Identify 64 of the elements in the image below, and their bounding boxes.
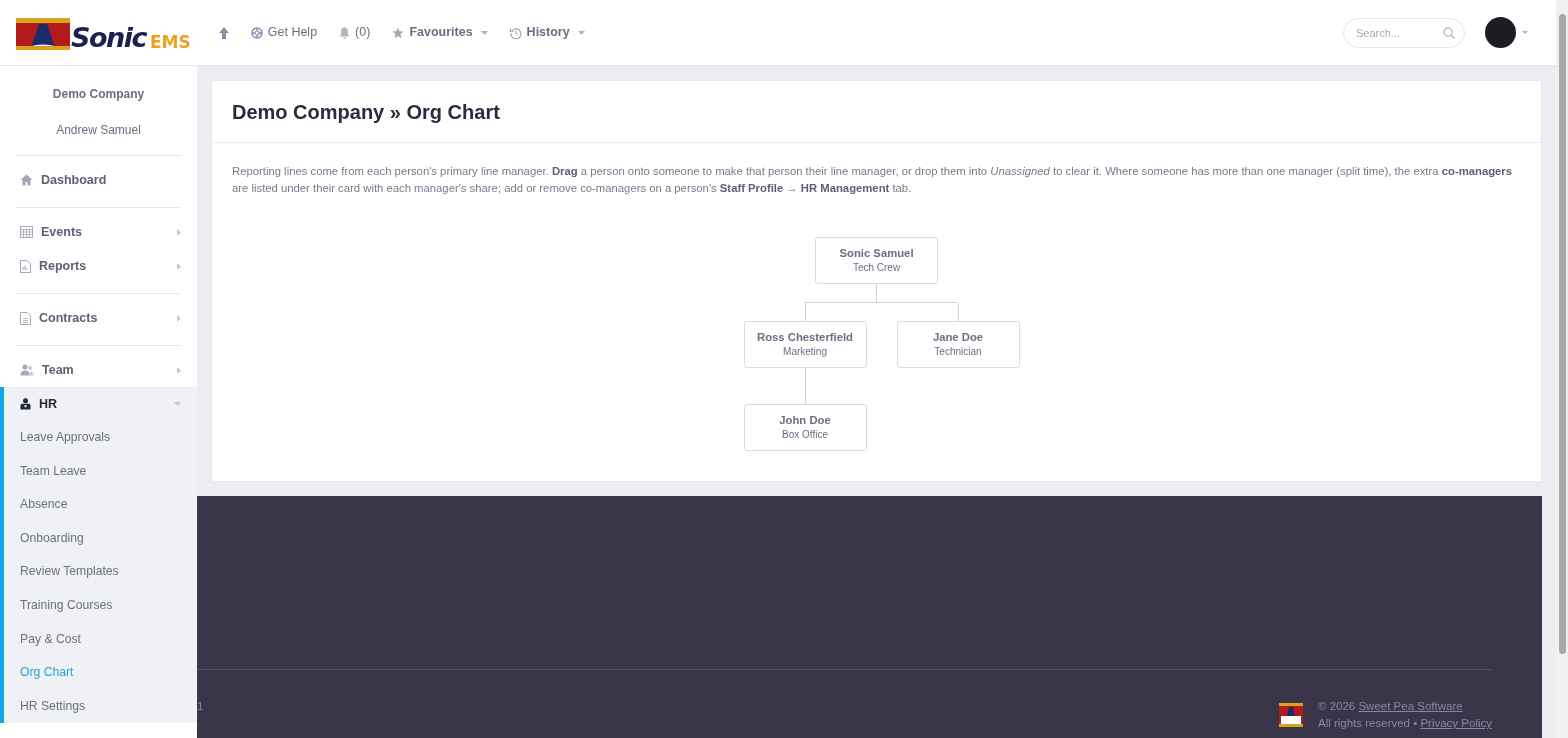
sidebar-item[interactable]: HR <box>4 387 197 421</box>
submenu-item[interactable]: Training Courses <box>4 588 197 623</box>
sidebar-item[interactable]: Events <box>0 215 197 249</box>
submenu-item[interactable]: Onboarding <box>4 521 197 556</box>
report-document-icon <box>20 259 31 273</box>
version-text: 1 <box>197 699 204 714</box>
person-card[interactable]: Ross Chesterfield Marketing <box>743 321 867 368</box>
submenu-item[interactable]: Absence <box>4 488 197 522</box>
help-link[interactable]: Get Help <box>250 23 318 42</box>
house-icon <box>20 174 33 186</box>
company-name[interactable]: Demo Company <box>16 85 181 103</box>
avatar <box>1485 17 1516 48</box>
privacy-link[interactable]: Privacy Policy <box>1420 717 1492 729</box>
person-name: Ross Chesterfield <box>756 330 854 345</box>
search-icon <box>1443 26 1455 39</box>
submenu-item[interactable]: Review Templates <box>4 555 197 589</box>
history-menu[interactable]: History <box>509 23 585 42</box>
calendar-icon <box>20 226 33 238</box>
star-icon <box>392 26 405 39</box>
caret-icon <box>1522 31 1528 34</box>
sidebar-item[interactable]: Contracts <box>0 301 197 335</box>
search-field[interactable]: Search... <box>1343 17 1465 48</box>
scrollbar[interactable] <box>1556 0 1568 738</box>
person-card[interactable]: Sonic Samuel Tech Crew <box>815 237 938 284</box>
person-card[interactable]: Jane Doe Technician <box>896 321 1020 368</box>
person-name: Sonic Samuel <box>839 246 914 261</box>
person-role: Marketing <box>783 345 827 359</box>
person-role: Tech Crew <box>852 261 901 275</box>
caret-icon <box>177 228 181 236</box>
page-title: Demo Company » Org Chart <box>212 81 1541 143</box>
user-menu[interactable] <box>1485 17 1528 48</box>
sidebar-item[interactable]: Dashboard <box>0 163 197 197</box>
notifications-button[interactable]: (0) <box>339 23 371 42</box>
caret-icon <box>174 402 181 406</box>
company-link[interactable]: Sweet Pea Software <box>1358 700 1463 712</box>
submenu-item[interactable]: Team Leave <box>4 454 197 489</box>
theatre-curtain-logo-icon <box>1277 702 1304 728</box>
caret-icon <box>177 314 181 322</box>
user-name[interactable]: Andrew Samuel <box>16 121 181 139</box>
people-icon <box>20 364 34 376</box>
submenu-item[interactable]: Pay & Cost <box>4 622 197 657</box>
rights-text: All rights reserved • Privacy Policy <box>1317 716 1492 731</box>
lifebuoy-icon <box>250 26 263 39</box>
caret-icon <box>177 366 181 374</box>
person-role: Box Office <box>782 428 828 442</box>
person-role: Technician <box>934 345 982 359</box>
person-name: John Doe <box>779 413 831 428</box>
person-badge-icon <box>20 398 31 410</box>
caret-icon <box>177 262 181 270</box>
submenu-item[interactable]: HR Settings <box>4 689 197 724</box>
up-button[interactable] <box>218 26 229 39</box>
sidebar-item[interactable]: Reports <box>0 249 197 283</box>
submenu-item[interactable]: Leave Approvals <box>4 421 197 455</box>
person-name: Jane Doe <box>932 330 984 345</box>
person-card[interactable]: John Doe Box Office <box>743 404 867 451</box>
sidebar-item[interactable]: Team <box>0 353 197 387</box>
document-icon <box>20 311 31 325</box>
favourites-menu[interactable]: Favourites <box>392 23 488 42</box>
copyright-text: © 2026 Sweet Pea Software <box>1317 699 1464 714</box>
logo[interactable]: Sonic EMS <box>15 14 191 51</box>
up-arrow-icon <box>218 26 229 39</box>
history-icon <box>509 26 522 39</box>
bell-icon <box>339 26 351 39</box>
description-text: Reporting lines come from each person's primary line manager. Drag a person onto someone to make that person their line manager, or drop them into Unassigned to clear it. Where someone has more than one manager (split time), the extra co-managers are listed under their card with each manager's share; add or remove co-managers on a person's Staff Profile → HR Management tab. <box>231 164 1514 196</box>
